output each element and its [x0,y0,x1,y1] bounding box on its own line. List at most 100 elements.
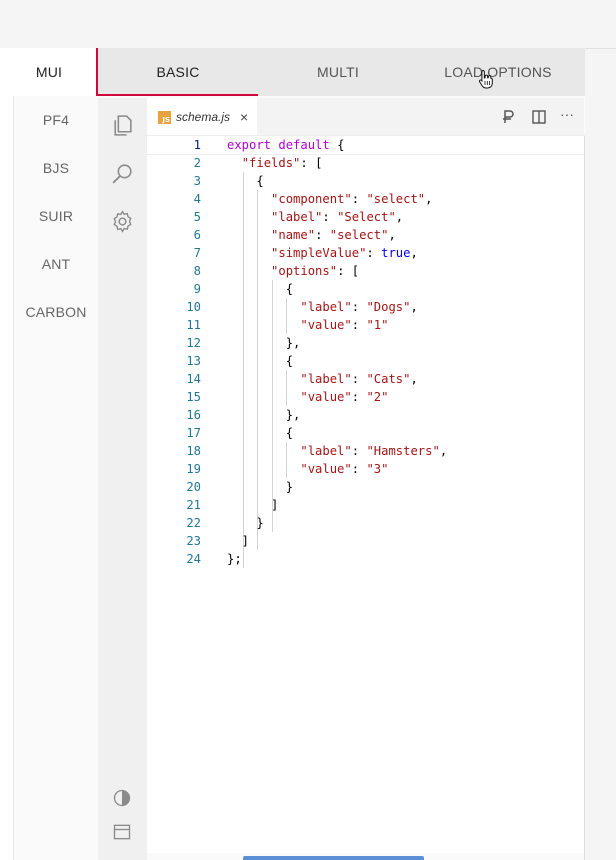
line-number: 7 [193,246,201,260]
code-text: }, [227,336,301,350]
code-text: "value": "2" [300,390,389,404]
code-line[interactable]: 4 "component": "select", [147,190,584,208]
library-tab-label: CARBON [25,304,87,320]
library-tab-ant[interactable]: ANT [14,240,98,288]
horizontal-scrollbar-thumb[interactable] [243,856,424,860]
code-line[interactable]: 10 "label": "Dogs", [147,298,584,316]
code-text: { [227,354,294,368]
code-text: } [227,516,264,530]
more-actions-icon[interactable]: ··· [560,106,580,122]
hand-cursor-icon [478,69,493,89]
code-line[interactable]: 19 "value": "3" [147,460,584,478]
line-number: 14 [186,372,201,386]
code-text: "value": "1" [300,318,389,332]
library-tab-bjs[interactable]: BJS [14,144,98,192]
code-editor: JS schema.js × ··· 1 export default { 2 "f… [146,98,585,853]
code-line[interactable]: 12 }, [147,334,584,352]
line-number: 19 [186,462,201,476]
code-line[interactable]: 7 "simpleValue": true, [147,244,584,262]
editor-scrollbar[interactable] [584,136,585,860]
code-text: "options": [ [271,264,360,278]
code-text: "label": "Select", [271,210,404,224]
code-line[interactable]: 24}; [147,550,584,568]
library-tab-mui[interactable]: MUI [0,48,98,96]
library-tabs: MUI PF4 BJS SUIR ANT CARBON [0,48,98,860]
code-line[interactable]: 1 export default { [146,135,585,155]
line-number: 18 [186,444,201,458]
code-text: "label": "Dogs", [300,300,418,314]
code-line[interactable]: 20 } [147,478,584,496]
code-line[interactable]: 9 { [147,280,584,298]
code-line[interactable]: 8 "options": [ [147,262,584,280]
line-number: 2 [193,156,201,170]
library-tab-label: MUI [35,64,63,80]
js-file-icon: JS [158,110,171,124]
code-line[interactable]: 22 } [147,514,584,532]
code-line[interactable]: 16 }, [147,406,584,424]
code-line[interactable]: 15 "value": "2" [147,388,584,406]
code-line[interactable]: 17 { [147,424,584,442]
panel-layout-icon[interactable] [112,822,132,842]
code-text: "fields": [ [241,156,323,170]
split-editor-icon[interactable] [531,109,547,125]
code-text: { [227,426,294,440]
library-tab-pf4[interactable]: PF4 [14,96,98,144]
line-number: 12 [186,336,201,350]
code-text: { [227,174,264,188]
line-number: 24 [186,552,201,566]
close-icon[interactable]: × [240,109,248,125]
code-text: ] [227,534,250,548]
code-text: }; [227,552,242,566]
code-text: { [227,282,294,296]
line-number: 11 [186,318,201,332]
code-line[interactable]: 3 { [147,172,584,190]
code-line[interactable]: 21 ] [147,496,584,514]
library-tab-label: ANT [41,256,71,272]
schema-tabs: BASIC MULTI LOAD OPTIONS [98,48,585,96]
code-text: "value": "3" [300,462,389,476]
code-text: "name": "select", [271,228,396,242]
line-number: 9 [193,282,201,296]
library-tab-carbon[interactable]: CARBON [14,288,98,336]
tab-label: LOAD OPTIONS [444,64,552,80]
file-name: schema.js [176,110,231,124]
code-text: export default { [227,138,345,152]
tab-basic[interactable]: BASIC [98,48,258,96]
code-line[interactable]: 5 "label": "Select", [147,208,584,226]
code-text: "label": "Hamsters", [300,444,448,458]
code-line[interactable]: 2 "fields": [ [147,154,584,172]
tab-label: BASIC [156,64,200,80]
tab-multi[interactable]: MULTI [258,48,418,96]
code-text: ] [227,498,279,512]
line-number: 10 [186,300,201,314]
tab-load-options[interactable]: LOAD OPTIONS [418,48,578,96]
code-text: "simpleValue": true, [271,246,418,260]
code-text: } [227,480,294,494]
library-tab-label: SUIR [38,208,74,224]
line-number: 20 [186,480,201,494]
library-tab-label: PF4 [42,112,70,128]
code-line[interactable]: 18 "label": "Hamsters", [147,442,584,460]
library-tab-suir[interactable]: SUIR [14,192,98,240]
code-line[interactable]: 23 ] [147,532,584,550]
gear-icon[interactable] [110,209,135,234]
code-line[interactable]: 11 "value": "1" [147,316,584,334]
code-line[interactable]: 6 "name": "select", [147,226,584,244]
file-tab-schema[interactable]: JS schema.js × [147,98,257,136]
line-number: 1 [193,138,201,152]
line-number: 13 [186,354,201,368]
line-number: 16 [186,408,201,422]
line-number: 4 [193,192,201,206]
code-area[interactable]: 1 export default {2 "fields": [3 {4 "comp… [146,135,585,568]
line-number: 22 [186,516,201,530]
line-number: 17 [186,426,201,440]
editor-tab-bar: JS schema.js × ··· [147,98,584,136]
search-icon[interactable] [110,161,135,186]
code-line[interactable]: 14 "label": "Cats", [147,370,584,388]
diff-icon[interactable] [501,109,517,125]
library-divider [13,96,14,860]
code-line[interactable]: 13 { [147,352,584,370]
files-icon[interactable] [110,113,135,138]
contrast-icon[interactable] [112,788,132,808]
top-bar [0,0,616,49]
